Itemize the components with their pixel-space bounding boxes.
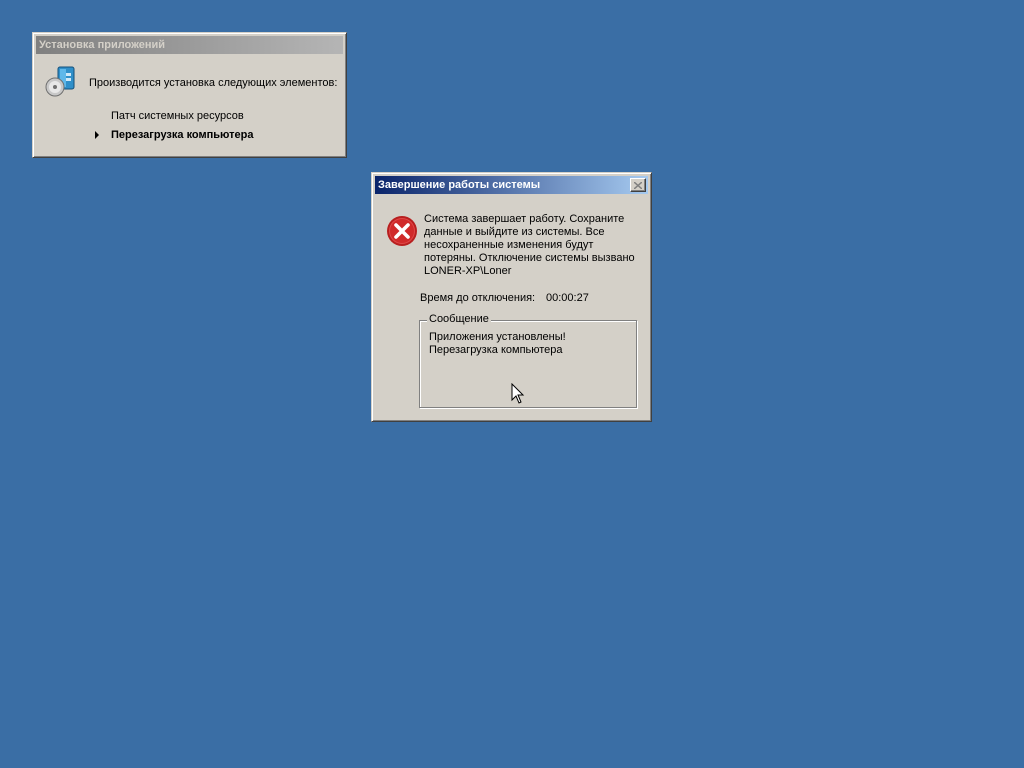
shutdown-message-line: Система завершает работу. Сохраните xyxy=(424,213,625,225)
desktop: Установка приложений Производится устано… xyxy=(0,0,1024,768)
message-groupbox: Сообщение Приложения установлены! Переза… xyxy=(419,313,637,408)
message-line: Перезагрузка компьютера xyxy=(429,344,563,356)
timer-value: 00:00:27 xyxy=(546,292,589,304)
current-item-arrow-icon xyxy=(95,131,99,139)
installer-title: Установка приложений xyxy=(39,39,166,51)
message-groupbox-legend: Сообщение xyxy=(427,313,491,325)
close-button[interactable] xyxy=(630,178,646,192)
install-package-icon xyxy=(45,66,75,97)
install-item-restart: Перезагрузка компьютера xyxy=(111,129,254,141)
shutdown-message-line: несохраненные изменения будут xyxy=(424,239,594,251)
shutdown-message-line: LONER-XP\Loner xyxy=(424,265,512,277)
shutdown-message-line: данные и выйдите из системы. Все xyxy=(424,226,605,238)
error-icon xyxy=(387,216,417,246)
shutdown-title: Завершение работы системы xyxy=(378,179,541,191)
installer-heading: Производится установка следующих элемент… xyxy=(89,77,338,89)
mouse-cursor-icon xyxy=(511,383,525,404)
timer-label: Время до отключения: xyxy=(420,292,536,304)
shutdown-message: Система завершает работу. Сохраните данн… xyxy=(424,213,648,278)
installer-titlebar[interactable]: Установка приложений xyxy=(36,36,343,54)
message-line: Приложения установлены! xyxy=(429,331,566,343)
message-groupbox-text: Приложения установлены! Перезагрузка ком… xyxy=(429,331,566,357)
shutdown-message-line: потеряны. Отключение системы вызвано xyxy=(424,252,635,264)
close-icon xyxy=(634,181,642,189)
installer-window[interactable]: Установка приложений Производится устано… xyxy=(32,32,347,158)
shutdown-titlebar[interactable]: Завершение работы системы xyxy=(375,176,648,194)
install-item-resource-patch: Патч системных ресурсов xyxy=(111,110,244,122)
